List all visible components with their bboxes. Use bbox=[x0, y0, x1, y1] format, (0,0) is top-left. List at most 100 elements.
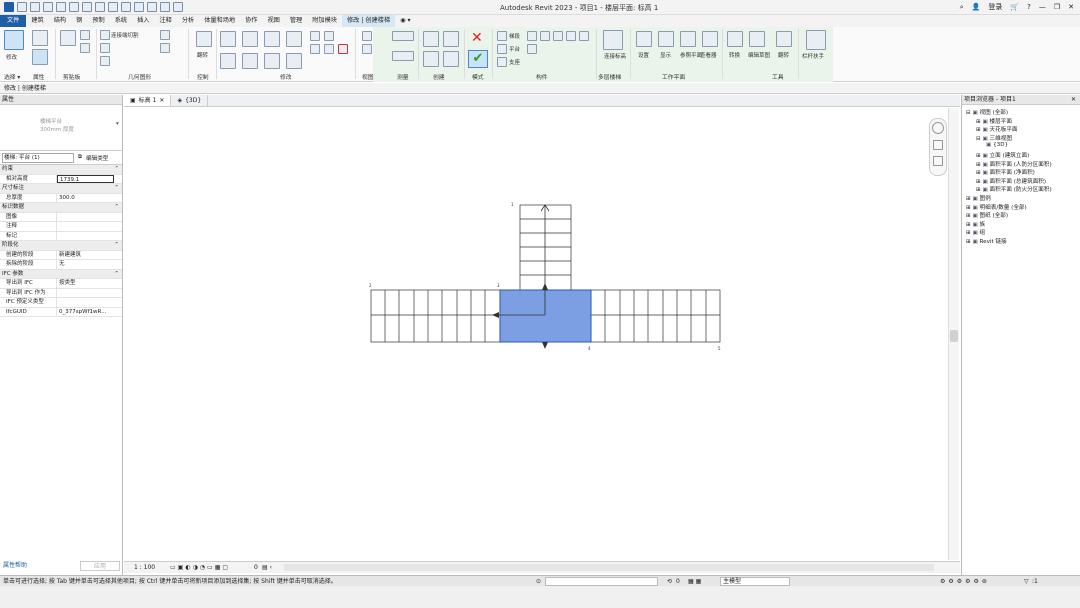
3d-view-icon[interactable] bbox=[134, 2, 144, 12]
collapse-icon[interactable]: ⌃ bbox=[114, 203, 122, 212]
zoom-icon[interactable] bbox=[933, 140, 943, 150]
sign-in-link[interactable]: 登录 bbox=[988, 2, 1002, 12]
measure-tool-icon[interactable] bbox=[392, 31, 414, 41]
property-value[interactable]: 0_377spWf1wR... bbox=[57, 308, 122, 317]
property-value[interactable] bbox=[57, 289, 122, 298]
type-properties-icon[interactable] bbox=[32, 49, 48, 65]
array-icon[interactable] bbox=[324, 31, 334, 41]
wall-join-icon[interactable] bbox=[160, 30, 170, 40]
tab-massing[interactable]: 体量和场地 bbox=[199, 15, 240, 27]
dimension-icon[interactable] bbox=[108, 2, 118, 12]
create-group-icon[interactable] bbox=[443, 31, 459, 47]
chevron-down-icon[interactable]: ▾ bbox=[116, 121, 119, 127]
tab-steel[interactable]: 钢 bbox=[71, 15, 87, 27]
tab-addins[interactable]: 附加模块 bbox=[307, 15, 342, 27]
toggle-ribbon-icon[interactable]: ◉ ▾ bbox=[395, 15, 415, 27]
help-icon[interactable]: ? bbox=[1027, 3, 1031, 11]
copy-element-icon[interactable] bbox=[242, 53, 258, 69]
tab-view-3d[interactable]: ◈ {3D} bbox=[171, 95, 209, 106]
paste-icon[interactable] bbox=[60, 30, 76, 46]
close-hidden-icon[interactable] bbox=[160, 2, 170, 12]
dimension-tool-icon[interactable] bbox=[392, 51, 414, 61]
property-value[interactable] bbox=[57, 213, 122, 222]
collapse-icon[interactable]: ⌃ bbox=[114, 165, 122, 174]
undo-icon[interactable] bbox=[56, 2, 66, 12]
create-assembly-icon[interactable] bbox=[423, 51, 439, 67]
modify-select-button[interactable] bbox=[4, 30, 24, 50]
user-icon[interactable]: 👤 bbox=[972, 3, 981, 11]
browser-item[interactable]: ⊞ ▣ 图例 bbox=[966, 194, 991, 202]
collapse-icon[interactable]: ⌃ bbox=[114, 241, 122, 250]
trim-icon[interactable] bbox=[286, 53, 302, 69]
create-part-icon[interactable] bbox=[423, 31, 439, 47]
edit-type-icon[interactable]: ⧉ bbox=[78, 154, 82, 161]
pin-icon[interactable] bbox=[310, 44, 320, 54]
minimize-icon[interactable]: — bbox=[1039, 3, 1046, 11]
drawing-canvas[interactable]: 1 2 3 4 5 bbox=[124, 108, 960, 560]
property-value[interactable]: 无 bbox=[57, 260, 122, 269]
set-workplane-icon[interactable] bbox=[636, 31, 652, 47]
browser-item[interactable]: ⊞ ▣ 图纸 (全部) bbox=[966, 211, 1008, 219]
run-center-icon[interactable] bbox=[553, 31, 563, 41]
railing-icon[interactable] bbox=[806, 30, 826, 50]
browser-item[interactable]: ⊞ ▣ 立面 (建筑立面) bbox=[976, 151, 1029, 159]
tab-manage[interactable]: 管理 bbox=[285, 15, 307, 27]
redo-icon[interactable] bbox=[69, 2, 79, 12]
upper-run-outline[interactable] bbox=[519, 204, 572, 291]
save-icon[interactable] bbox=[30, 2, 40, 12]
property-group-label[interactable]: IFC 参数 bbox=[0, 270, 114, 279]
cope-icon[interactable] bbox=[100, 30, 110, 40]
split-icon[interactable] bbox=[310, 31, 320, 41]
tab-view-level1[interactable]: ▣ 标高 1 ✕ bbox=[124, 95, 172, 107]
ref-plane-icon[interactable] bbox=[680, 31, 696, 47]
properties-icon[interactable] bbox=[32, 30, 48, 46]
run-spiral-icon[interactable] bbox=[540, 31, 550, 41]
close-icon[interactable]: ✕ bbox=[159, 95, 164, 107]
run-label[interactable]: 梯段 bbox=[509, 32, 520, 40]
tab-systems[interactable]: 系统 bbox=[110, 15, 132, 27]
landing-grip-top[interactable] bbox=[542, 283, 548, 290]
tab-file[interactable]: 文件 bbox=[0, 15, 27, 27]
workset-dropdown[interactable] bbox=[545, 577, 658, 586]
edit-type-button[interactable]: 编辑类型 bbox=[86, 154, 108, 162]
instance-filter-dropdown[interactable]: 楼梯: 平台 (1) bbox=[2, 152, 74, 163]
view-control-more-icons[interactable]: ▤ ‹ bbox=[262, 562, 272, 574]
landing-grip-bottom[interactable] bbox=[542, 342, 548, 349]
property-group-label[interactable]: 尺寸标注 bbox=[0, 184, 114, 193]
run-straight-icon[interactable] bbox=[527, 31, 537, 41]
tab-precast[interactable]: 预制 bbox=[87, 15, 109, 27]
support-label[interactable]: 支座 bbox=[509, 58, 520, 66]
property-value[interactable] bbox=[57, 298, 122, 307]
mirror-draw-icon[interactable] bbox=[286, 31, 302, 47]
browser-item[interactable]: ⊞ ▣ 面积平面 (总建筑面积) bbox=[976, 177, 1046, 185]
type-selector[interactable]: 楼梯平台 300mm 厚度 ▾ bbox=[0, 105, 122, 151]
open-icon[interactable] bbox=[17, 2, 27, 12]
property-group-label[interactable]: 标识数据 bbox=[0, 203, 114, 212]
browser-item[interactable]: ⊞ ▣ 楼层平面 bbox=[976, 117, 1012, 125]
landing-icon[interactable] bbox=[497, 44, 507, 54]
stair-sketch[interactable]: 1 2 3 4 5 bbox=[124, 108, 960, 560]
mirror-pick-icon[interactable] bbox=[264, 31, 280, 47]
measure-icon[interactable] bbox=[95, 2, 105, 12]
canvas-vertical-scrollbar[interactable] bbox=[948, 108, 959, 560]
convert-icon[interactable] bbox=[727, 31, 743, 47]
property-value[interactable]: 1739.1 bbox=[57, 174, 114, 183]
properties-help-link[interactable]: 属性帮助 bbox=[3, 560, 27, 572]
browser-item[interactable]: ⊞ ▣ 面积平面 (净面积) bbox=[976, 168, 1035, 176]
cart-icon[interactable]: 🛒 bbox=[1010, 3, 1019, 11]
copy-icon[interactable] bbox=[80, 43, 90, 53]
browser-item[interactable]: ⊞ ▣ 族 bbox=[966, 220, 985, 228]
left-run-outline[interactable] bbox=[370, 289, 501, 343]
property-value[interactable]: 按类型 bbox=[57, 279, 122, 288]
tab-view[interactable]: 视图 bbox=[263, 15, 285, 27]
section-icon[interactable] bbox=[147, 2, 157, 12]
main-model-dropdown[interactable]: 主模型 bbox=[720, 577, 790, 586]
connect-levels-icon[interactable] bbox=[603, 30, 623, 50]
landing-label[interactable]: 平台 bbox=[509, 45, 520, 53]
panel-select[interactable]: 选择 ▾ bbox=[4, 72, 20, 81]
tab-insert[interactable]: 插入 bbox=[132, 15, 154, 27]
collapse-icon[interactable]: ⌃ bbox=[114, 270, 122, 279]
browser-item[interactable]: ⊞ ▣ 明细表/数量 (全部) bbox=[966, 203, 1027, 211]
navigation-bar[interactable] bbox=[929, 118, 947, 176]
revit-logo-icon[interactable] bbox=[4, 2, 14, 12]
